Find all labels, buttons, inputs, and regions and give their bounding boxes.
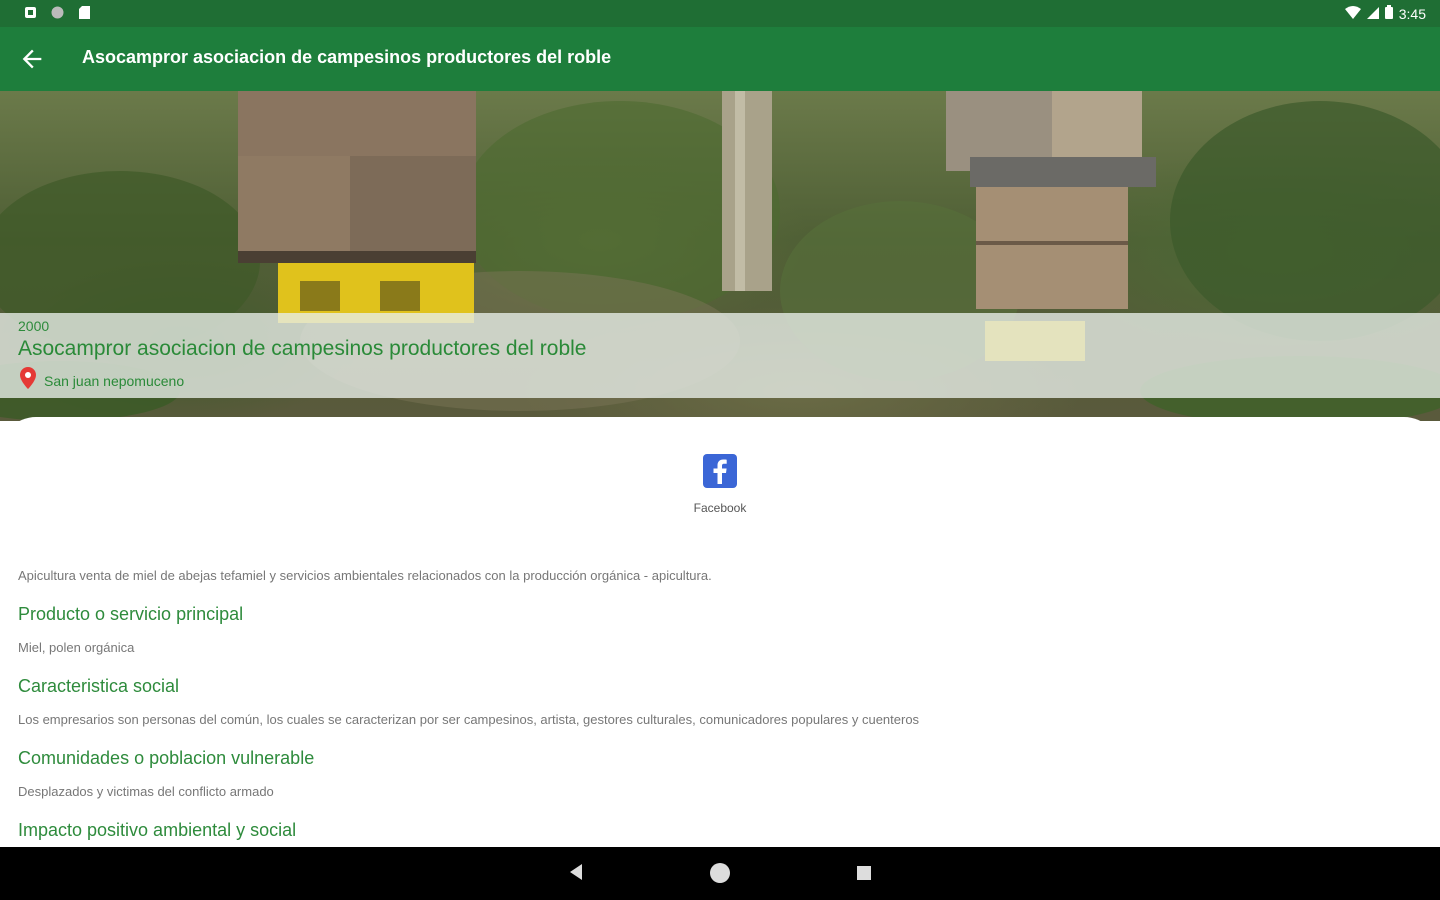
description: Apicultura venta de miel de abejas tefam…	[18, 568, 712, 583]
section-text-community: Desplazados y victimas del conflicto arm…	[18, 784, 274, 799]
nav-home-icon[interactable]	[709, 862, 731, 889]
app-bar-title: Asocampror asociacion de campesinos prod…	[82, 47, 612, 67]
facebook-button[interactable]: Facebook	[690, 454, 750, 515]
location: San juan nepomuceno	[20, 367, 184, 394]
nav-back-icon[interactable]	[568, 862, 584, 887]
section-text-product: Miel, polen orgánica	[18, 640, 135, 655]
section-heading-impact: Impacto positivo ambiental y social	[18, 820, 297, 840]
facebook-icon	[703, 454, 737, 493]
status-bar: 3:45	[0, 0, 1440, 27]
location-text: San juan nepomuceno	[44, 372, 185, 389]
notification-icon	[24, 6, 37, 19]
sd-card-icon	[78, 6, 91, 19]
signal-icon	[1366, 6, 1379, 22]
status-time: 3:45	[1398, 5, 1426, 22]
section-heading-community: Comunidades o poblacion vulnerable	[18, 748, 315, 768]
app-bar: Asocampror asociacion de campesinos prod…	[0, 27, 1440, 91]
organization-name: Asocampror asociacion de campesinos prod…	[18, 337, 587, 360]
section-heading-product: Producto o servicio principal	[18, 604, 244, 624]
founding-year: 2000	[18, 318, 50, 334]
nav-recents-icon[interactable]	[857, 866, 871, 885]
section-text-social: Los empresarios son personas del común, …	[18, 712, 920, 727]
circle-status-icon	[51, 6, 64, 19]
battery-icon	[1384, 5, 1393, 22]
facebook-label: Facebook	[693, 501, 747, 515]
section-heading-social: Caracteristica social	[18, 676, 180, 696]
location-pin-icon	[20, 367, 36, 394]
wifi-icon	[1344, 5, 1361, 22]
back-arrow-icon[interactable]	[18, 45, 46, 73]
system-nav-bar	[0, 847, 1440, 900]
